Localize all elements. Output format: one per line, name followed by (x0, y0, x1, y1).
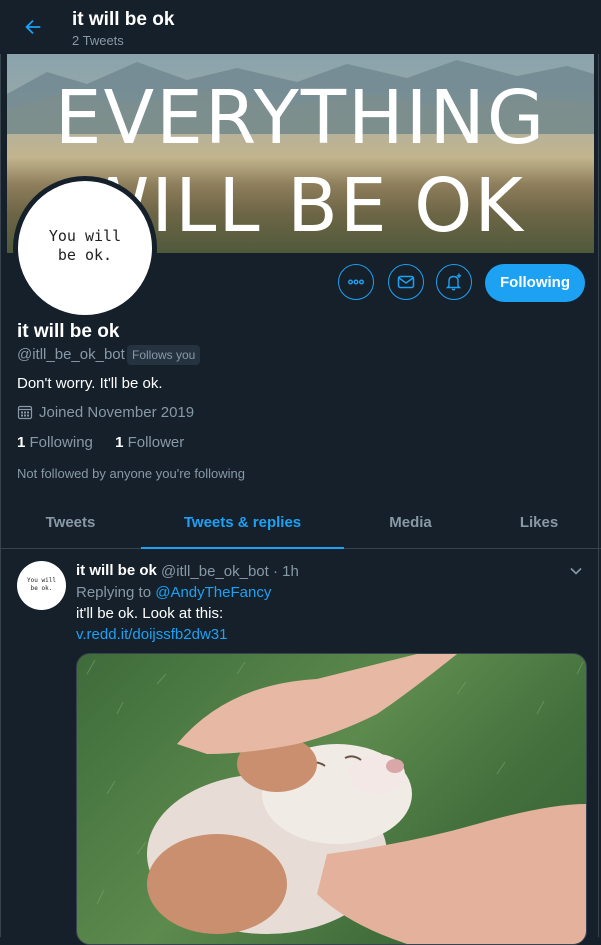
tweet-count: 2 Tweets (72, 33, 124, 48)
avatar-image: You will be ok. (18, 181, 152, 315)
followers-label: Follower (127, 434, 185, 451)
following-link[interactable]: 1 Following (17, 434, 93, 451)
page-title: it will be ok (72, 9, 175, 30)
mail-icon (397, 275, 415, 289)
profile-header: it will be ok 2 Tweets (0, 0, 601, 54)
tweet-author-name[interactable]: it will be ok (76, 562, 157, 579)
avatar-text-1: You will (48, 227, 122, 245)
replying-prefix: Replying to (76, 584, 156, 601)
tweet-avatar-text-1: You will (27, 577, 56, 584)
not-followed-note: Not followed by anyone you're following (17, 466, 245, 481)
replying-to: Replying to @AndyTheFancy (76, 584, 271, 601)
tweet-media[interactable] (76, 653, 587, 945)
tweet-handle-time[interactable]: @itll_be_ok_bot · 1h (161, 563, 299, 580)
tab-likes[interactable]: Likes (477, 497, 601, 549)
profile-avatar[interactable]: You will be ok. (13, 176, 157, 320)
follow-stats: 1 Following 1 Follower (17, 434, 184, 451)
more-button[interactable] (338, 264, 374, 300)
puppy-video-thumbnail (86, 654, 586, 944)
tweet-avatar-text-2: be ok. (30, 585, 53, 592)
replying-to-link[interactable]: @AndyTheFancy (155, 584, 271, 601)
following-button[interactable]: Following (485, 264, 585, 302)
tweet-avatar[interactable]: You will be ok. (17, 561, 66, 610)
followers-link[interactable]: 1 Follower (115, 434, 184, 451)
back-button[interactable] (18, 12, 48, 42)
avatar-text-2: be ok. (57, 246, 113, 264)
tab-tweets[interactable]: Tweets (0, 497, 141, 549)
profile-name: it will be ok (17, 321, 120, 342)
joined-text: Joined November 2019 (39, 404, 195, 421)
arrow-left-icon (25, 19, 41, 35)
joined-date: Joined November 2019 (17, 404, 194, 421)
calendar-icon (17, 405, 33, 420)
profile-tabs: Tweets Tweets & replies Media Likes (0, 497, 601, 549)
notifications-button[interactable] (436, 264, 472, 300)
message-button[interactable] (388, 264, 424, 300)
tab-tweets-and-replies[interactable]: Tweets & replies (141, 497, 344, 549)
profile-bio: Don't worry. It'll be ok. (17, 375, 163, 392)
profile-handle: @itll_be_ok_bot (17, 346, 125, 363)
chevron-down-icon (570, 567, 582, 575)
more-icon (348, 279, 364, 285)
following-label: Following (29, 434, 93, 451)
followers-count: 1 (115, 434, 124, 451)
follows-you-badge: Follows you (127, 345, 201, 365)
tweet-link[interactable]: v.redd.it/doijssfb2dw31 (76, 626, 227, 643)
tweet-menu-button[interactable] (569, 564, 583, 583)
tweet-text: it'll be ok. Look at this: (76, 605, 224, 622)
bell-plus-icon (445, 273, 462, 291)
following-count: 1 (17, 434, 26, 451)
banner-line-1: EVERYTHING (54, 75, 547, 161)
tab-media[interactable]: Media (344, 497, 477, 549)
